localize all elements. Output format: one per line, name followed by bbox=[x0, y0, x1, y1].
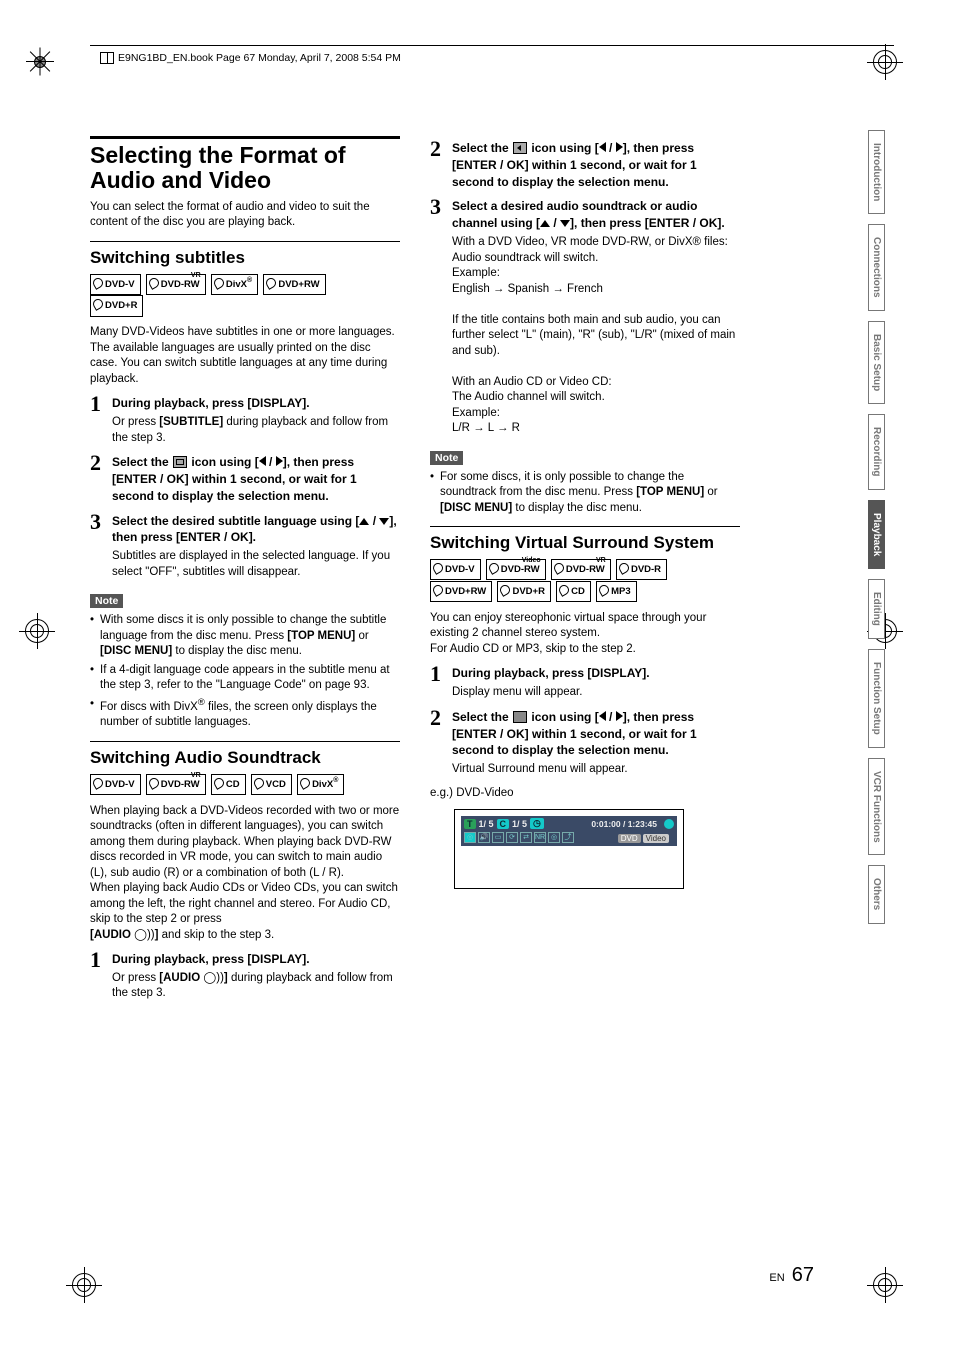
tab-editing[interactable]: Editing bbox=[868, 579, 885, 639]
tab-playback[interactable]: Playback bbox=[868, 500, 885, 569]
list-item: 2 Select the icon using [ / ], then pres… bbox=[430, 140, 740, 190]
list-item: If a 4-digit language code appears in th… bbox=[90, 663, 400, 694]
subheading-vsur: Switching Virtual Surround System bbox=[430, 533, 740, 553]
note-label: Note bbox=[430, 451, 463, 465]
page-title: Selecting the Format of Audio and Video bbox=[90, 143, 400, 194]
down-arrow-icon bbox=[379, 518, 389, 525]
subtitle-notes: With some discs it is only possible to c… bbox=[90, 613, 400, 730]
list-item: 1 During playback, press [DISPLAY]. Or p… bbox=[90, 395, 400, 446]
tab-introduction[interactable]: Introduction bbox=[868, 130, 885, 214]
registration-sun-icon bbox=[28, 50, 52, 74]
subheading-subtitles: Switching subtitles bbox=[90, 248, 400, 268]
list-item: For discs with DivX® files, the screen o… bbox=[90, 697, 400, 731]
surround-icon bbox=[513, 711, 527, 723]
tab-connections[interactable]: Connections bbox=[868, 224, 885, 311]
audio-steps: 1 During playback, press [DISPLAY]. Or p… bbox=[90, 951, 400, 1002]
subtitles-body: Many DVD-Videos have subtitles in one or… bbox=[90, 325, 400, 387]
book-icon bbox=[100, 52, 114, 64]
tab-function-setup[interactable]: Function Setup bbox=[868, 649, 885, 748]
list-item: For some discs, it is only possible to c… bbox=[430, 470, 740, 517]
list-item: 3 Select a desired audio soundtrack or a… bbox=[430, 198, 740, 436]
right-arrow-icon bbox=[616, 142, 623, 152]
tab-recording[interactable]: Recording bbox=[868, 414, 885, 489]
section-rule bbox=[430, 526, 740, 527]
media-badges: DVD-V DVD-RWVideo DVD-RWVR DVD-R DVD+RW … bbox=[430, 559, 740, 603]
note-label: Note bbox=[90, 594, 123, 608]
registration-mark-icon bbox=[871, 1271, 899, 1299]
left-arrow-icon bbox=[599, 142, 606, 152]
section-rule bbox=[90, 241, 400, 242]
page-footer: EN 67 bbox=[769, 1264, 814, 1287]
left-arrow-icon bbox=[259, 456, 266, 466]
list-item: 3 Select the desired subtitle language u… bbox=[90, 513, 400, 581]
subtitle-icon bbox=[173, 456, 187, 468]
right-arrow-icon bbox=[276, 456, 283, 466]
header-meta: E9NG1BD_EN.book Page 67 Monday, April 7,… bbox=[100, 52, 401, 64]
vsur-steps: 1 During playback, press [DISPLAY]. Disp… bbox=[430, 665, 740, 777]
audio-body: When playing back a DVD-Videos recorded … bbox=[90, 804, 400, 944]
media-badges: DVD-V DVD-RWVR CD VCD DivX® bbox=[90, 774, 400, 796]
list-item: 2 Select the icon using [ / ], then pres… bbox=[90, 454, 400, 504]
vsur-body: You can enjoy stereophonic virtual space… bbox=[430, 611, 740, 658]
list-item: 1 During playback, press [DISPLAY]. Or p… bbox=[90, 951, 400, 1002]
registration-mark-icon bbox=[70, 1271, 98, 1299]
section-rule bbox=[90, 741, 400, 742]
tab-vcr-functions[interactable]: VCR Functions bbox=[868, 758, 885, 856]
list-item: 1 During playback, press [DISPLAY]. Disp… bbox=[430, 665, 740, 700]
up-arrow-icon bbox=[359, 518, 369, 525]
audio-notes: For some discs, it is only possible to c… bbox=[430, 470, 740, 517]
list-item: 2 Select the icon using [ / ], then pres… bbox=[430, 709, 740, 778]
registration-mark-icon bbox=[871, 48, 899, 76]
header-meta-text: E9NG1BD_EN.book Page 67 Monday, April 7,… bbox=[118, 52, 401, 64]
subtitles-steps: 1 During playback, press [DISPLAY]. Or p… bbox=[90, 395, 400, 580]
tab-basic-setup[interactable]: Basic Setup bbox=[868, 321, 885, 404]
page-number: 67 bbox=[792, 1264, 814, 1286]
audio-steps-cont: 2 Select the icon using [ / ], then pres… bbox=[430, 140, 740, 437]
intro-text: You can select the format of audio and v… bbox=[90, 200, 400, 231]
section-tabs: Introduction Connections Basic Setup Rec… bbox=[868, 130, 906, 934]
tab-others[interactable]: Others bbox=[868, 865, 885, 923]
example-label: e.g.) DVD-Video bbox=[430, 786, 740, 802]
list-item: With some discs it is only possible to c… bbox=[90, 613, 400, 660]
audio-icon bbox=[513, 142, 527, 154]
osd-example: T1/ 5 C1/ 5 ◷ 0:01:00 / 1:23:45 ◎🔊▭⟳⇄NR◎… bbox=[454, 809, 684, 889]
section-rule bbox=[90, 136, 400, 139]
footer-lang: EN bbox=[769, 1272, 784, 1284]
media-badges: DVD-V DVD-RWVR DivX® DVD+RW DVD+R bbox=[90, 274, 400, 318]
registration-mark-icon bbox=[23, 617, 51, 645]
subheading-audio: Switching Audio Soundtrack bbox=[90, 748, 400, 768]
header-rule bbox=[90, 45, 894, 46]
